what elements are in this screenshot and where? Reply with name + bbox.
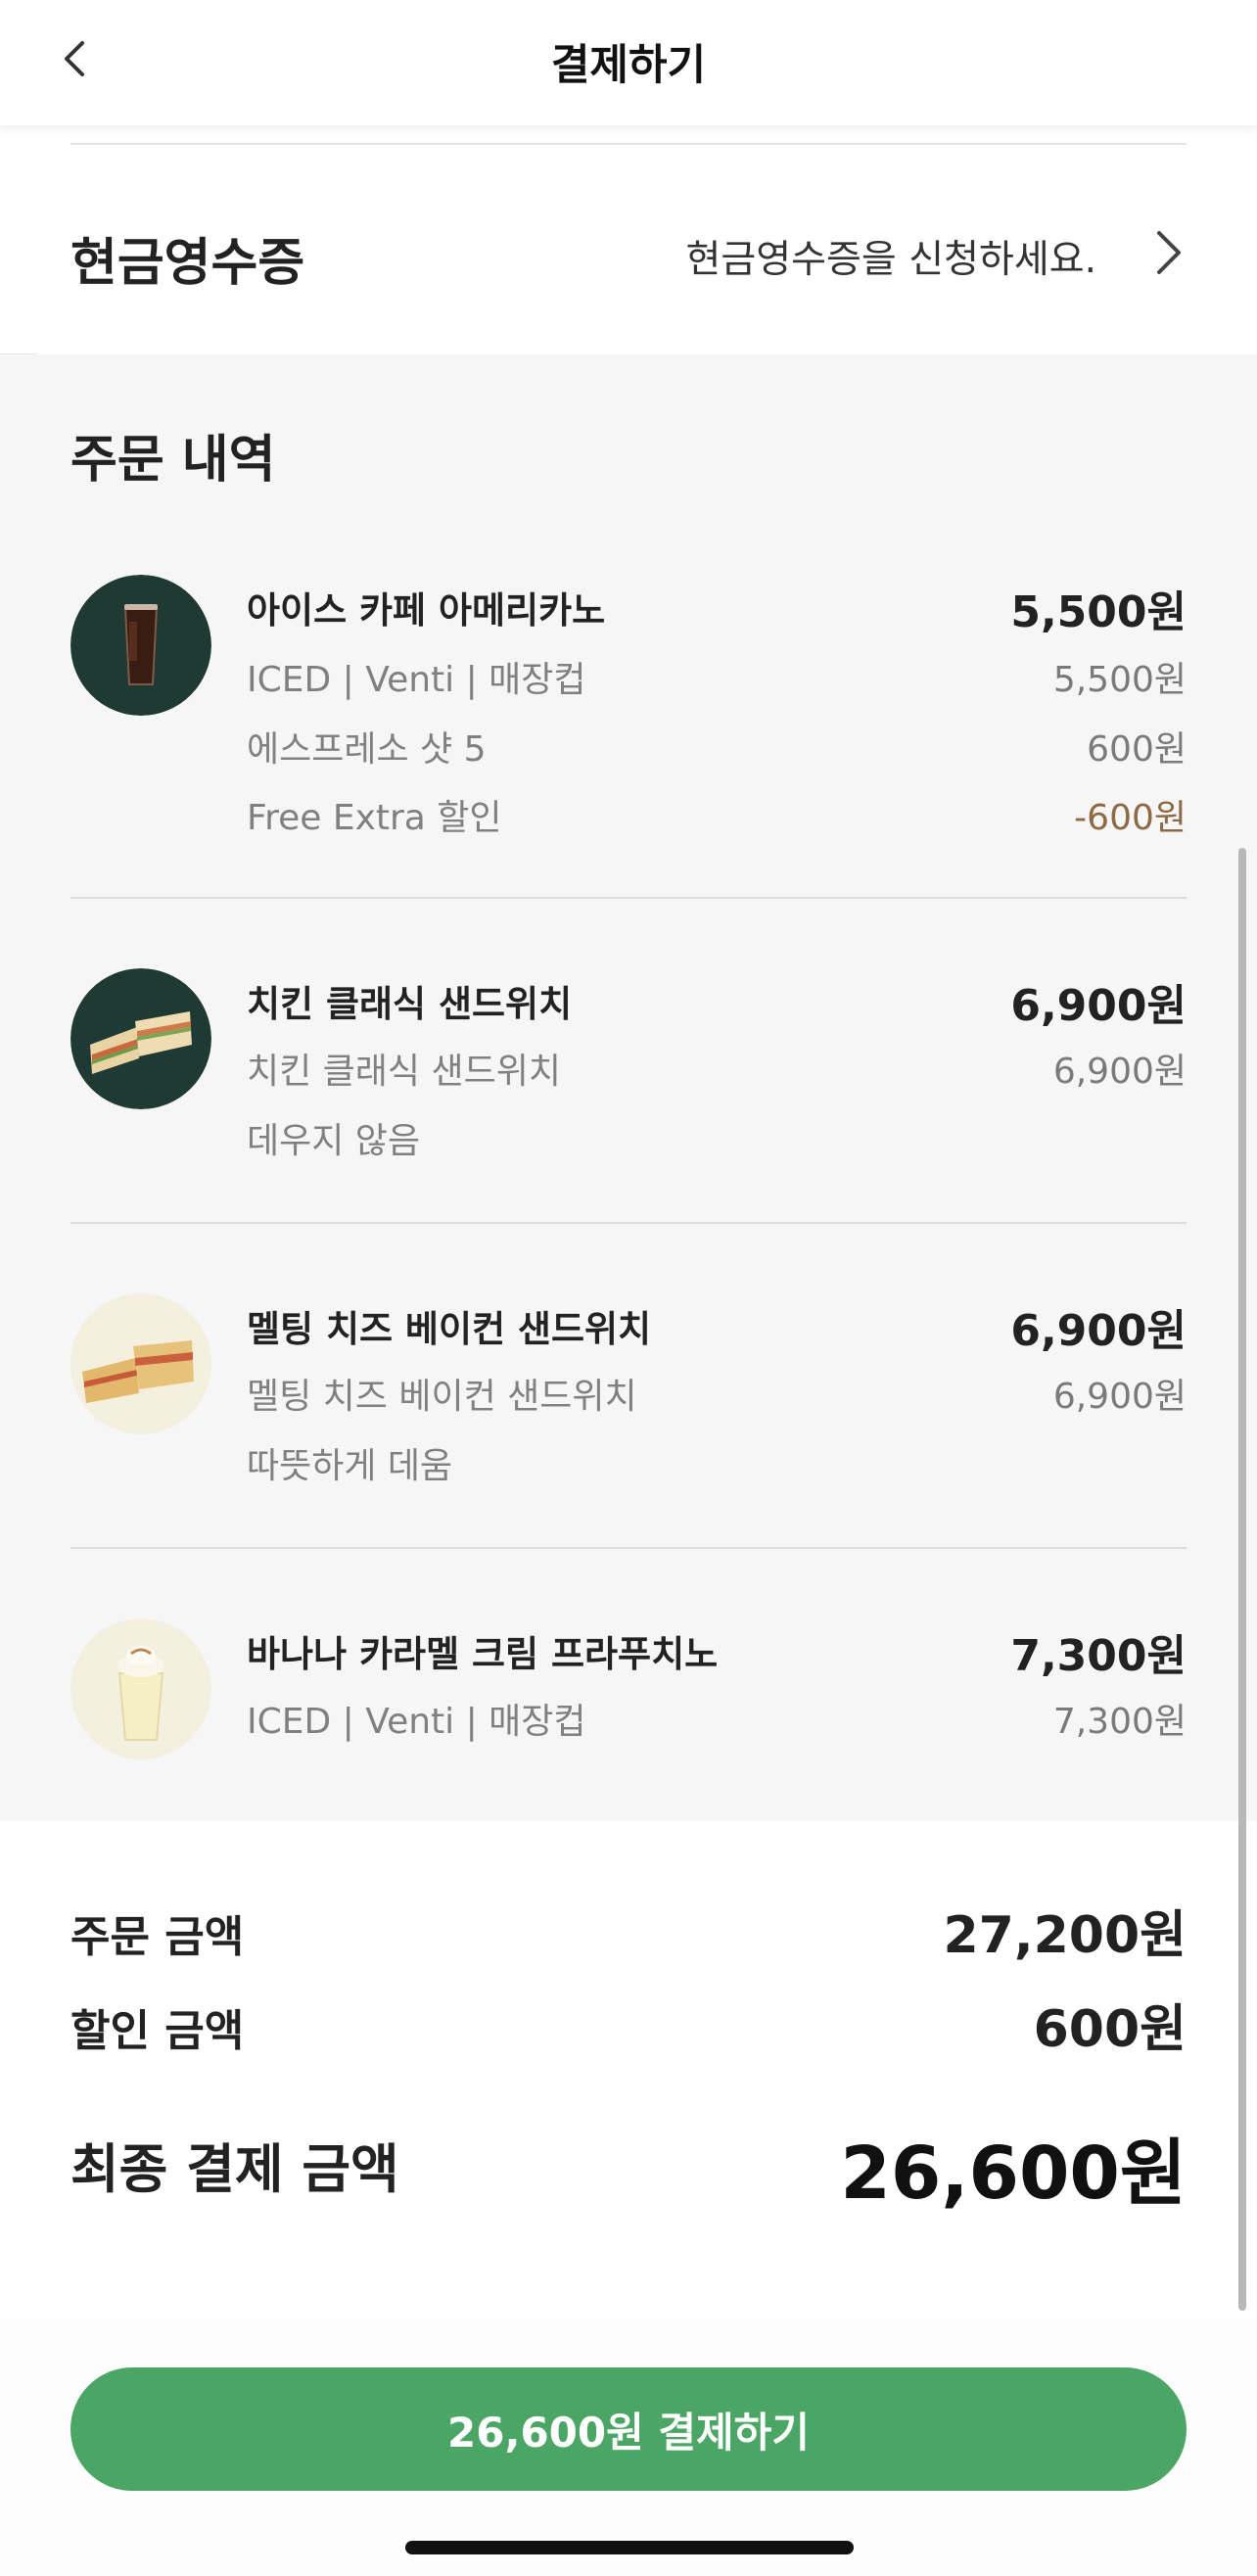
divider [70, 143, 1187, 145]
cash-receipt-action[interactable]: 현금영수증을 신청하세요. [686, 229, 1096, 284]
item-divider [70, 1222, 1187, 1224]
page-title: 결제하기 [550, 41, 707, 90]
item-name: 멜팅 치즈 베이컨 샌드위치 [247, 1308, 652, 1350]
order-amount-value: 27,200원 [943, 1906, 1187, 1965]
order-amount-label: 주문 금액 [70, 1912, 245, 1962]
order-section: 주문 내역 아이스 카페 아메리카노 5,500원 ICED | Venti |… [0, 354, 1257, 1821]
cash-receipt-label: 현금영수증 [70, 234, 305, 293]
item-discount-price: -600원 [1074, 798, 1187, 838]
item-price: 5,500원 [1010, 587, 1187, 637]
item-price: 6,900원 [1010, 1306, 1187, 1356]
bottom-bar: 26,600원 결제하기 [0, 2318, 1257, 2576]
item-name: 아이스 카페 아메리카노 [247, 589, 606, 632]
item-name: 치킨 클래식 샌드위치 [247, 983, 573, 1025]
discount-amount-label: 할인 금액 [70, 2006, 245, 2056]
item-option: ICED | Venti | 매장컵 [247, 660, 586, 700]
home-indicator [405, 2541, 854, 2554]
item-option-price: 600원 [1087, 729, 1187, 770]
item-price: 6,900원 [1010, 981, 1187, 1031]
item-option: Free Extra 할인 [247, 798, 502, 838]
item-option-price: 6,900원 [1052, 1377, 1187, 1417]
item-name: 바나나 카라멜 크림 프라푸치노 [247, 1633, 719, 1675]
order-section-title: 주문 내역 [70, 431, 276, 490]
chicken-sandwich-image [70, 968, 211, 1109]
payment-page: 결제하기 현금영수증 현금영수증을 신청하세요. 주문 내역 아이스 카페 아메… [0, 0, 1257, 2576]
item-divider [70, 897, 1187, 899]
final-amount-value: 26,600원 [840, 2131, 1187, 2216]
frappuccino-image [70, 1618, 211, 1759]
item-divider [70, 1547, 1187, 1549]
item-option: ICED | Venti | 매장컵 [247, 1702, 586, 1742]
header: 결제하기 [0, 0, 1257, 125]
pay-button[interactable]: 26,600원 결제하기 [70, 2367, 1187, 2491]
cash-receipt-row[interactable]: 현금영수증 현금영수증을 신청하세요. [0, 147, 1257, 354]
iced-americano-image [70, 575, 211, 716]
bacon-sandwich-image [70, 1293, 211, 1434]
item-option: 치킨 클래식 샌드위치 [247, 1052, 561, 1092]
scrollbar[interactable] [1238, 848, 1246, 2311]
item-option: 따뜻하게 데움 [247, 1446, 453, 1486]
item-option-price: 7,300원 [1052, 1702, 1187, 1742]
item-option-price: 5,500원 [1052, 660, 1187, 700]
item-option: 에스프레소 샷 5 [247, 729, 487, 770]
item-option: 멜팅 치즈 베이컨 샌드위치 [247, 1377, 637, 1417]
payment-summary: 주문 금액 27,200원 할인 금액 600원 최종 결제 금액 26,600… [0, 1821, 1257, 2318]
item-price: 7,300원 [1010, 1631, 1187, 1681]
discount-amount-value: 600원 [1033, 2000, 1187, 2059]
final-amount-label: 최종 결제 금액 [70, 2138, 399, 2200]
item-option: 데우지 않음 [247, 1121, 421, 1161]
chevron-right-icon[interactable] [1151, 223, 1187, 282]
item-option-price: 6,900원 [1052, 1052, 1187, 1092]
